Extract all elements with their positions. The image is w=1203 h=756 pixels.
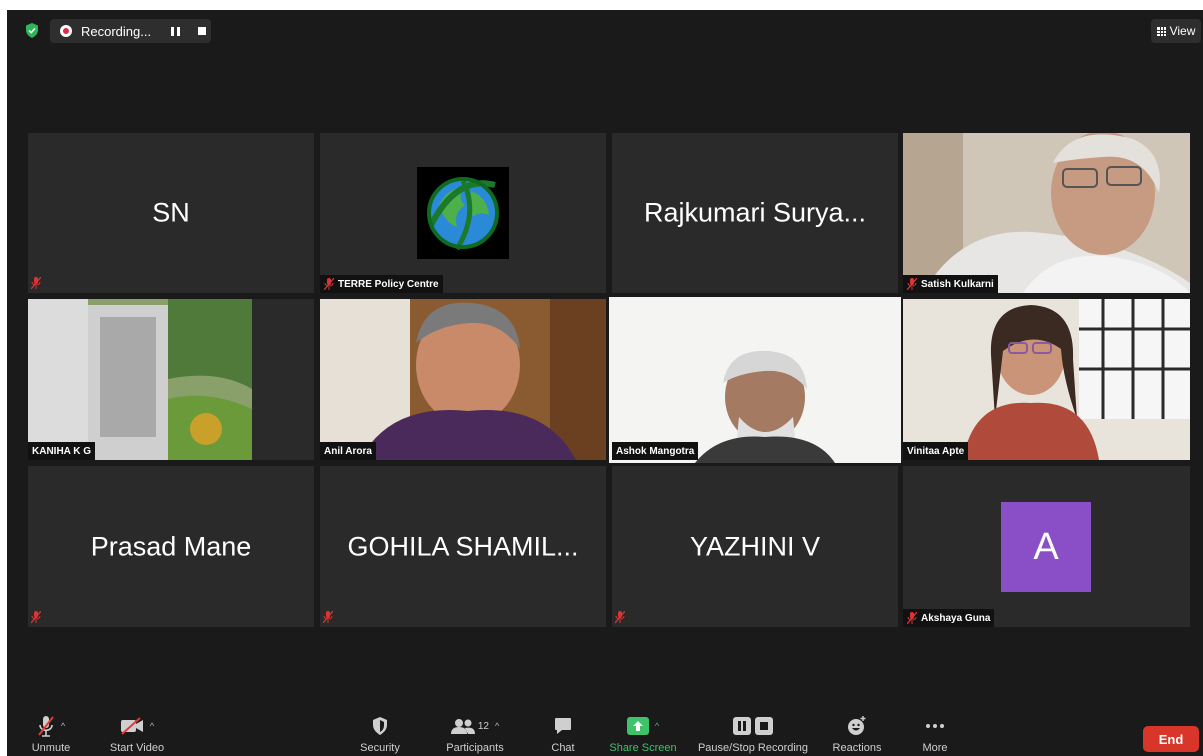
participant-label: Satish Kulkarni [903, 275, 998, 293]
participant-label: Akshaya Guna [903, 609, 995, 627]
avatar: A [1001, 502, 1091, 592]
participants-count: 12 [477, 720, 489, 732]
chat-button[interactable]: Chat [543, 714, 583, 754]
participant-name: Vinitaa Apte [907, 445, 965, 457]
view-button[interactable]: View [1151, 19, 1201, 43]
participant-tile[interactable]: YAZHINI V [612, 466, 898, 627]
chevron-up-icon[interactable]: ^ [61, 721, 65, 731]
top-bar: Recording... View [7, 10, 1203, 50]
participant-name: TERRE Policy Centre [338, 278, 439, 290]
chevron-up-icon[interactable]: ^ [495, 721, 499, 731]
pause-recording-icon[interactable] [171, 26, 181, 36]
participant-tile-active-speaker[interactable]: Ashok Mangotra [609, 297, 901, 463]
start-video-button[interactable]: ^ Start Video [99, 714, 175, 754]
share-screen-label: Share Screen [609, 742, 677, 754]
mic-muted-icon [324, 278, 334, 290]
mic-muted-icon [31, 611, 41, 623]
participant-name: GOHILA SHAMIL... [347, 531, 579, 561]
participant-label: Vinitaa Apte [903, 442, 969, 460]
participant-label: Anil Arora [320, 442, 376, 460]
mic-muted-icon [907, 612, 917, 624]
more-button[interactable]: More [913, 714, 957, 754]
record-icon [60, 25, 72, 37]
participant-label: KANIHA K G [28, 442, 96, 460]
unmute-label: Unmute [31, 742, 71, 754]
more-icon [926, 724, 944, 728]
security-button[interactable]: Security [353, 714, 407, 754]
chevron-up-icon[interactable]: ^ [655, 721, 659, 731]
reactions-label: Reactions [832, 742, 882, 754]
pause-stop-recording-label: Pause/Stop Recording [697, 742, 809, 754]
mic-muted-icon [38, 716, 54, 737]
mic-muted-icon [907, 278, 917, 290]
pause-stop-recording-button[interactable]: Pause/Stop Recording [693, 714, 813, 754]
participant-tile[interactable]: Vinitaa Apte [903, 299, 1190, 460]
participant-tile[interactable]: Prasad Mane [28, 466, 314, 627]
share-screen-button[interactable]: ^ Share Screen [603, 714, 683, 754]
mic-muted-icon [615, 611, 625, 623]
view-label: View [1169, 24, 1196, 38]
participant-label: Ashok Mangotra [612, 442, 699, 460]
end-meeting-button[interactable]: End [1143, 726, 1199, 752]
participant-tile[interactable]: GOHILA SHAMIL... [320, 466, 606, 627]
meeting-toolbar: ^ Unmute ^ Start Video Security 12 ^ Par… [7, 710, 1203, 756]
security-shield-icon [373, 717, 387, 735]
reactions-icon [848, 716, 866, 735]
participant-video [609, 297, 901, 463]
participant-video [903, 299, 1190, 460]
participant-video [903, 133, 1190, 293]
pause-icon [733, 717, 751, 735]
participant-tile[interactable]: Satish Kulkarni [903, 133, 1190, 293]
participant-video [28, 299, 314, 460]
participant-name: KANIHA K G [32, 445, 92, 457]
meeting-window: Recording... View SN TERRE Policy Centre [7, 10, 1203, 756]
participants-button[interactable]: 12 ^ Participants [435, 714, 515, 754]
recording-label: Recording... [81, 23, 152, 39]
video-off-icon [120, 717, 143, 735]
participant-tile[interactable]: A Akshaya Guna [903, 466, 1190, 627]
participant-name: Satish Kulkarni [921, 278, 994, 290]
participant-name: Anil Arora [324, 445, 372, 457]
participant-name: Ashok Mangotra [616, 445, 695, 457]
participant-tile[interactable]: TERRE Policy Centre [320, 133, 606, 293]
participant-name: Prasad Mane [90, 531, 252, 561]
participant-tile[interactable]: Anil Arora [320, 299, 606, 460]
participant-name: SN [152, 197, 190, 228]
mic-muted-icon [31, 277, 41, 289]
participant-tile[interactable]: KANIHA K G [28, 299, 314, 460]
mic-muted-icon [323, 611, 333, 623]
stop-icon [755, 717, 773, 735]
participant-name: YAZHINI V [689, 531, 821, 561]
participant-name: Rajkumari Surya... [643, 197, 867, 228]
unmute-button[interactable]: ^ Unmute [21, 714, 81, 754]
participant-tile[interactable]: SN [28, 133, 314, 293]
reactions-button[interactable]: Reactions [825, 714, 889, 754]
chat-label: Chat [551, 742, 575, 754]
participant-label: TERRE Policy Centre [320, 275, 443, 293]
chat-icon [555, 718, 571, 734]
security-label: Security [360, 742, 400, 754]
chevron-up-icon[interactable]: ^ [150, 721, 154, 731]
terre-logo [417, 167, 509, 259]
participant-video [320, 299, 606, 460]
more-label: More [922, 742, 948, 754]
participants-icon [450, 719, 475, 734]
participants-label: Participants [446, 742, 504, 754]
recording-indicator: Recording... [50, 19, 211, 43]
grid-icon [1156, 26, 1166, 36]
start-video-label: Start Video [109, 742, 165, 754]
shield-icon[interactable] [25, 23, 39, 38]
participant-tile[interactable]: Rajkumari Surya... [612, 133, 898, 293]
share-screen-icon [626, 717, 649, 735]
participant-name: Akshaya Guna [921, 612, 991, 624]
stop-recording-icon[interactable] [198, 27, 207, 35]
avatar-letter: A [1033, 525, 1059, 568]
